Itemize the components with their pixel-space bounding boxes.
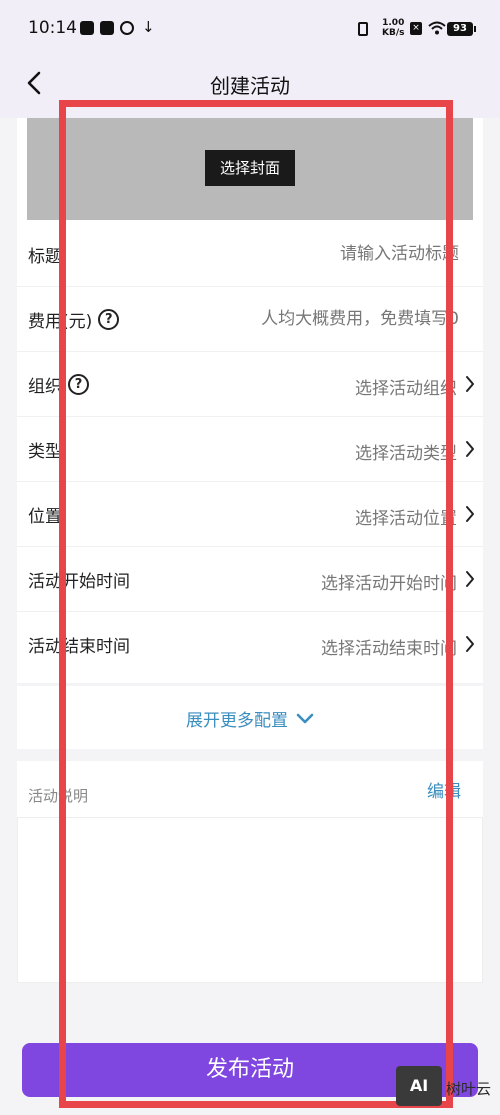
- download-icon: ↓: [142, 18, 155, 36]
- form-row-title[interactable]: 标题: [17, 222, 483, 287]
- organization-label: 组织: [28, 377, 62, 397]
- watermark-logo: AI: [396, 1066, 442, 1106]
- form-row-type[interactable]: 类型 选择活动类型: [17, 417, 483, 482]
- battery-indicator: 93: [447, 22, 476, 36]
- expand-more-label: 展开更多配置: [186, 711, 288, 731]
- edit-description-button[interactable]: 编辑: [427, 777, 461, 802]
- network-speed: 1.00 KB/s: [382, 18, 404, 38]
- row-label: 活动结束时间: [28, 632, 130, 657]
- status-time: 10:14: [28, 18, 77, 38]
- cost-label: 费用(元): [28, 312, 93, 332]
- expand-more-config[interactable]: 展开更多配置: [17, 686, 483, 749]
- description-textarea[interactable]: [17, 817, 483, 983]
- status-bar: 10:14 ↓ 1.00 KB/s × 93: [0, 0, 500, 58]
- row-label: 类型: [28, 437, 62, 462]
- form-row-end-time[interactable]: 活动结束时间 选择活动结束时间: [17, 612, 483, 677]
- vibrate-icon: [358, 22, 368, 36]
- app-notification-icon: [80, 21, 94, 35]
- row-label: 位置: [28, 502, 62, 527]
- chevron-right-icon: [466, 571, 474, 587]
- chevron-down-icon: [296, 713, 314, 723]
- end-time-label: 活动结束时间: [28, 637, 130, 657]
- end-time-value: 选择活动结束时间: [321, 639, 457, 659]
- form-row-start-time[interactable]: 活动开始时间 选择活动开始时间: [17, 547, 483, 612]
- watermark-text: 树叶云: [446, 1080, 492, 1098]
- no-sim-icon: ×: [410, 22, 422, 35]
- wifi-icon: [428, 21, 446, 35]
- app-notification-icon: [120, 21, 134, 35]
- page-title: 创建活动: [210, 74, 290, 98]
- description-card: 活动说明 编辑: [17, 761, 483, 983]
- start-time-label: 活动开始时间: [28, 572, 130, 592]
- chevron-right-icon: [466, 441, 474, 457]
- cost-input[interactable]: [159, 309, 459, 329]
- form-row-organization[interactable]: 组织 ? 选择活动组织: [17, 352, 483, 417]
- help-circle-icon[interactable]: ?: [68, 374, 89, 395]
- chevron-right-icon: [466, 636, 474, 652]
- select-cover-button[interactable]: 选择封面: [205, 150, 295, 186]
- title-label: 标题: [28, 247, 62, 267]
- organization-value: 选择活动组织: [355, 379, 457, 399]
- network-speed-unit: KB/s: [382, 28, 405, 38]
- location-label: 位置: [28, 507, 62, 527]
- location-value: 选择活动位置: [355, 509, 457, 529]
- help-circle-icon[interactable]: ?: [98, 309, 120, 330]
- chevron-right-icon: [466, 376, 474, 392]
- form-row-location[interactable]: 位置 选择活动位置: [17, 482, 483, 547]
- form-row-cost[interactable]: 费用(元) ?: [17, 287, 483, 352]
- tiktok-notification-icon: [100, 21, 114, 35]
- row-label: 费用(元) ?: [28, 307, 120, 332]
- row-label: 活动开始时间: [28, 567, 130, 592]
- type-value: 选择活动类型: [355, 444, 457, 464]
- expand-label-wrap: 展开更多配置: [17, 706, 483, 731]
- network-speed-value: 1.00: [382, 18, 405, 28]
- type-label: 类型: [28, 442, 62, 462]
- row-label: 组织 ?: [28, 372, 89, 397]
- chevron-right-icon: [466, 506, 474, 522]
- title-input[interactable]: [159, 244, 459, 264]
- description-label: 活动说明: [28, 787, 89, 805]
- start-time-value: 选择活动开始时间: [321, 574, 457, 594]
- nav-bar: 创建活动: [0, 58, 500, 110]
- row-label: 标题: [28, 242, 62, 267]
